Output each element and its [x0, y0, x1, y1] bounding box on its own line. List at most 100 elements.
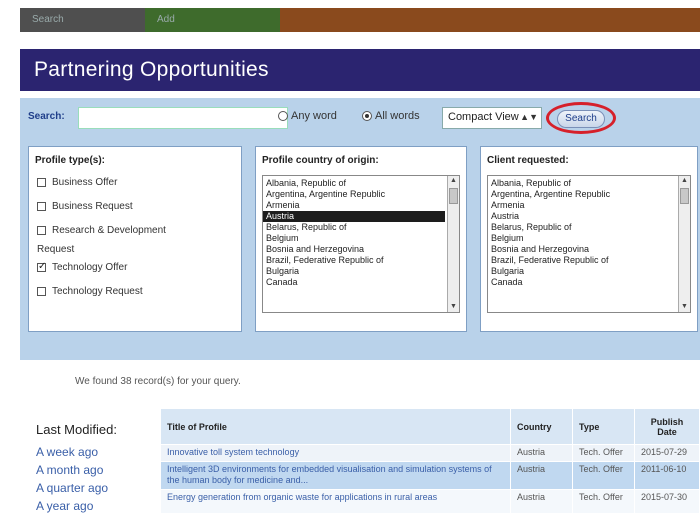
column-header-title[interactable]: Title of Profile: [160, 408, 511, 445]
request-group-label: Request: [37, 244, 75, 255]
row-type: Tech. Offer: [572, 444, 635, 462]
list-item[interactable]: Canada: [263, 277, 445, 288]
list-item[interactable]: Bulgaria: [263, 266, 445, 277]
filter-week-link[interactable]: A week ago: [36, 443, 156, 461]
scroll-up-icon[interactable]: ▲: [679, 176, 690, 186]
top-bar-filler: [280, 8, 700, 32]
row-title-link[interactable]: Energy generation from organic waste for…: [160, 489, 511, 514]
top-tab-add[interactable]: Add: [145, 8, 280, 32]
checkbox-research-development[interactable]: Research & Development: [29, 218, 241, 242]
client-scrollbar[interactable]: ▲ ▼: [678, 176, 690, 312]
top-tab-search[interactable]: Search: [20, 8, 145, 32]
results-table: Title of Profile Country Type Publish Da…: [160, 408, 700, 514]
list-item[interactable]: Albania, Republic of: [488, 178, 676, 189]
top-navigation-bar: Search Add: [20, 8, 700, 32]
list-item[interactable]: Belgium: [488, 233, 676, 244]
row-type: Tech. Offer: [572, 489, 635, 514]
table-row[interactable]: Innovative toll system technology Austri…: [160, 444, 700, 462]
column-header-date[interactable]: Publish Date: [634, 408, 700, 445]
checkbox-research-development-label: Research & Development: [52, 224, 166, 236]
radio-any-word-dot[interactable]: [278, 111, 288, 121]
scroll-thumb[interactable]: [449, 188, 458, 204]
radio-any-word[interactable]: Any word: [278, 110, 337, 122]
checkbox-business-offer-box[interactable]: [37, 177, 46, 187]
checkbox-business-offer[interactable]: Business Offer: [29, 170, 241, 194]
row-date: 2015-07-30: [634, 489, 700, 514]
checkbox-business-request-box[interactable]: [37, 201, 46, 211]
list-item[interactable]: Argentina, Argentine Republic: [488, 189, 676, 200]
scroll-down-icon[interactable]: ▼: [679, 302, 690, 312]
last-modified-filter: Last Modified: A week ago A month ago A …: [36, 422, 156, 515]
origin-country-title: Profile country of origin:: [262, 155, 379, 166]
client-requested-box: Client requested: Albania, Republic of A…: [480, 146, 698, 332]
list-item[interactable]: Argentina, Argentine Republic: [263, 189, 445, 200]
table-row[interactable]: Intelligent 3D environments for embedded…: [160, 461, 700, 490]
list-item-selected[interactable]: Austria: [263, 211, 445, 222]
checkbox-business-request[interactable]: Business Request: [29, 194, 241, 218]
profile-type-box: Profile type(s): Business Offer Business…: [28, 146, 242, 332]
checkbox-research-development-box[interactable]: [37, 225, 46, 235]
row-country: Austria: [510, 461, 573, 490]
radio-all-words-dot[interactable]: [362, 111, 372, 121]
list-item[interactable]: Armenia: [263, 200, 445, 211]
scroll-down-icon[interactable]: ▼: [448, 302, 459, 312]
list-item[interactable]: Albania, Republic of: [263, 178, 445, 189]
row-date: 2011-06-10: [634, 461, 700, 490]
list-item[interactable]: Canada: [488, 277, 676, 288]
search-label: Search:: [28, 111, 65, 122]
search-button[interactable]: Search: [557, 110, 605, 128]
checkbox-technology-request-label: Technology Request: [52, 285, 143, 297]
row-title-link[interactable]: Innovative toll system technology: [160, 444, 511, 462]
last-modified-title: Last Modified:: [36, 422, 117, 437]
checkbox-business-offer-label: Business Offer: [52, 176, 118, 188]
client-requested-title: Client requested:: [487, 155, 569, 166]
results-count: We found 38 record(s) for your query.: [75, 376, 241, 387]
checkbox-technology-request[interactable]: Technology Request: [29, 279, 241, 303]
checkbox-technology-offer[interactable]: Technology Offer: [29, 255, 241, 279]
search-panel: Search: Any word All words Compact View …: [20, 98, 700, 360]
column-header-type[interactable]: Type: [572, 408, 635, 445]
list-item[interactable]: Brazil, Federative Republic of: [263, 255, 445, 266]
list-item[interactable]: Bosnia and Herzegovina: [488, 244, 676, 255]
checkbox-business-request-label: Business Request: [52, 200, 133, 212]
page-header: Partnering Opportunities: [20, 49, 700, 91]
scroll-thumb[interactable]: [680, 188, 689, 204]
filter-year-link[interactable]: A year ago: [36, 497, 156, 515]
client-requested-listbox[interactable]: Albania, Republic of Argentina, Argentin…: [487, 175, 691, 313]
list-item[interactable]: Belarus, Republic of: [263, 222, 445, 233]
search-row: Search: Any word All words Compact View …: [20, 102, 700, 134]
list-item[interactable]: Armenia: [488, 200, 676, 211]
row-title-link[interactable]: Intelligent 3D environments for embedded…: [160, 461, 511, 490]
filter-month-link[interactable]: A month ago: [36, 461, 156, 479]
dropdown-arrow-icon: ▲▼: [520, 112, 538, 122]
origin-scrollbar[interactable]: ▲ ▼: [447, 176, 459, 312]
view-mode-select[interactable]: Compact View ▲▼: [442, 107, 542, 129]
table-row[interactable]: Energy generation from organic waste for…: [160, 489, 700, 514]
radio-all-words-label: All words: [375, 110, 420, 122]
list-item[interactable]: Brazil, Federative Republic of: [488, 255, 676, 266]
search-input[interactable]: [78, 107, 288, 129]
list-item[interactable]: Bulgaria: [488, 266, 676, 277]
page-title: Partnering Opportunities: [34, 58, 269, 81]
checkbox-technology-request-box[interactable]: [37, 286, 46, 296]
row-country: Austria: [510, 444, 573, 462]
checkbox-technology-offer-box[interactable]: [37, 261, 46, 272]
checkbox-technology-offer-label: Technology Offer: [52, 261, 128, 273]
view-mode-value: Compact View: [448, 111, 519, 123]
radio-all-words[interactable]: All words: [362, 110, 420, 122]
row-date: 2015-07-29: [634, 444, 700, 462]
column-header-country[interactable]: Country: [510, 408, 573, 445]
scroll-up-icon[interactable]: ▲: [448, 176, 459, 186]
origin-country-box: Profile country of origin: Albania, Repu…: [255, 146, 467, 332]
list-item[interactable]: Austria: [488, 211, 676, 222]
profile-type-title: Profile type(s):: [35, 155, 106, 166]
origin-country-listbox[interactable]: Albania, Republic of Argentina, Argentin…: [262, 175, 460, 313]
filter-quarter-link[interactable]: A quarter ago: [36, 479, 156, 497]
row-type: Tech. Offer: [572, 461, 635, 490]
list-item[interactable]: Bosnia and Herzegovina: [263, 244, 445, 255]
radio-any-word-label: Any word: [291, 110, 337, 122]
list-item[interactable]: Belgium: [263, 233, 445, 244]
list-item[interactable]: Belarus, Republic of: [488, 222, 676, 233]
search-button-highlight: Search: [546, 102, 616, 134]
row-country: Austria: [510, 489, 573, 514]
